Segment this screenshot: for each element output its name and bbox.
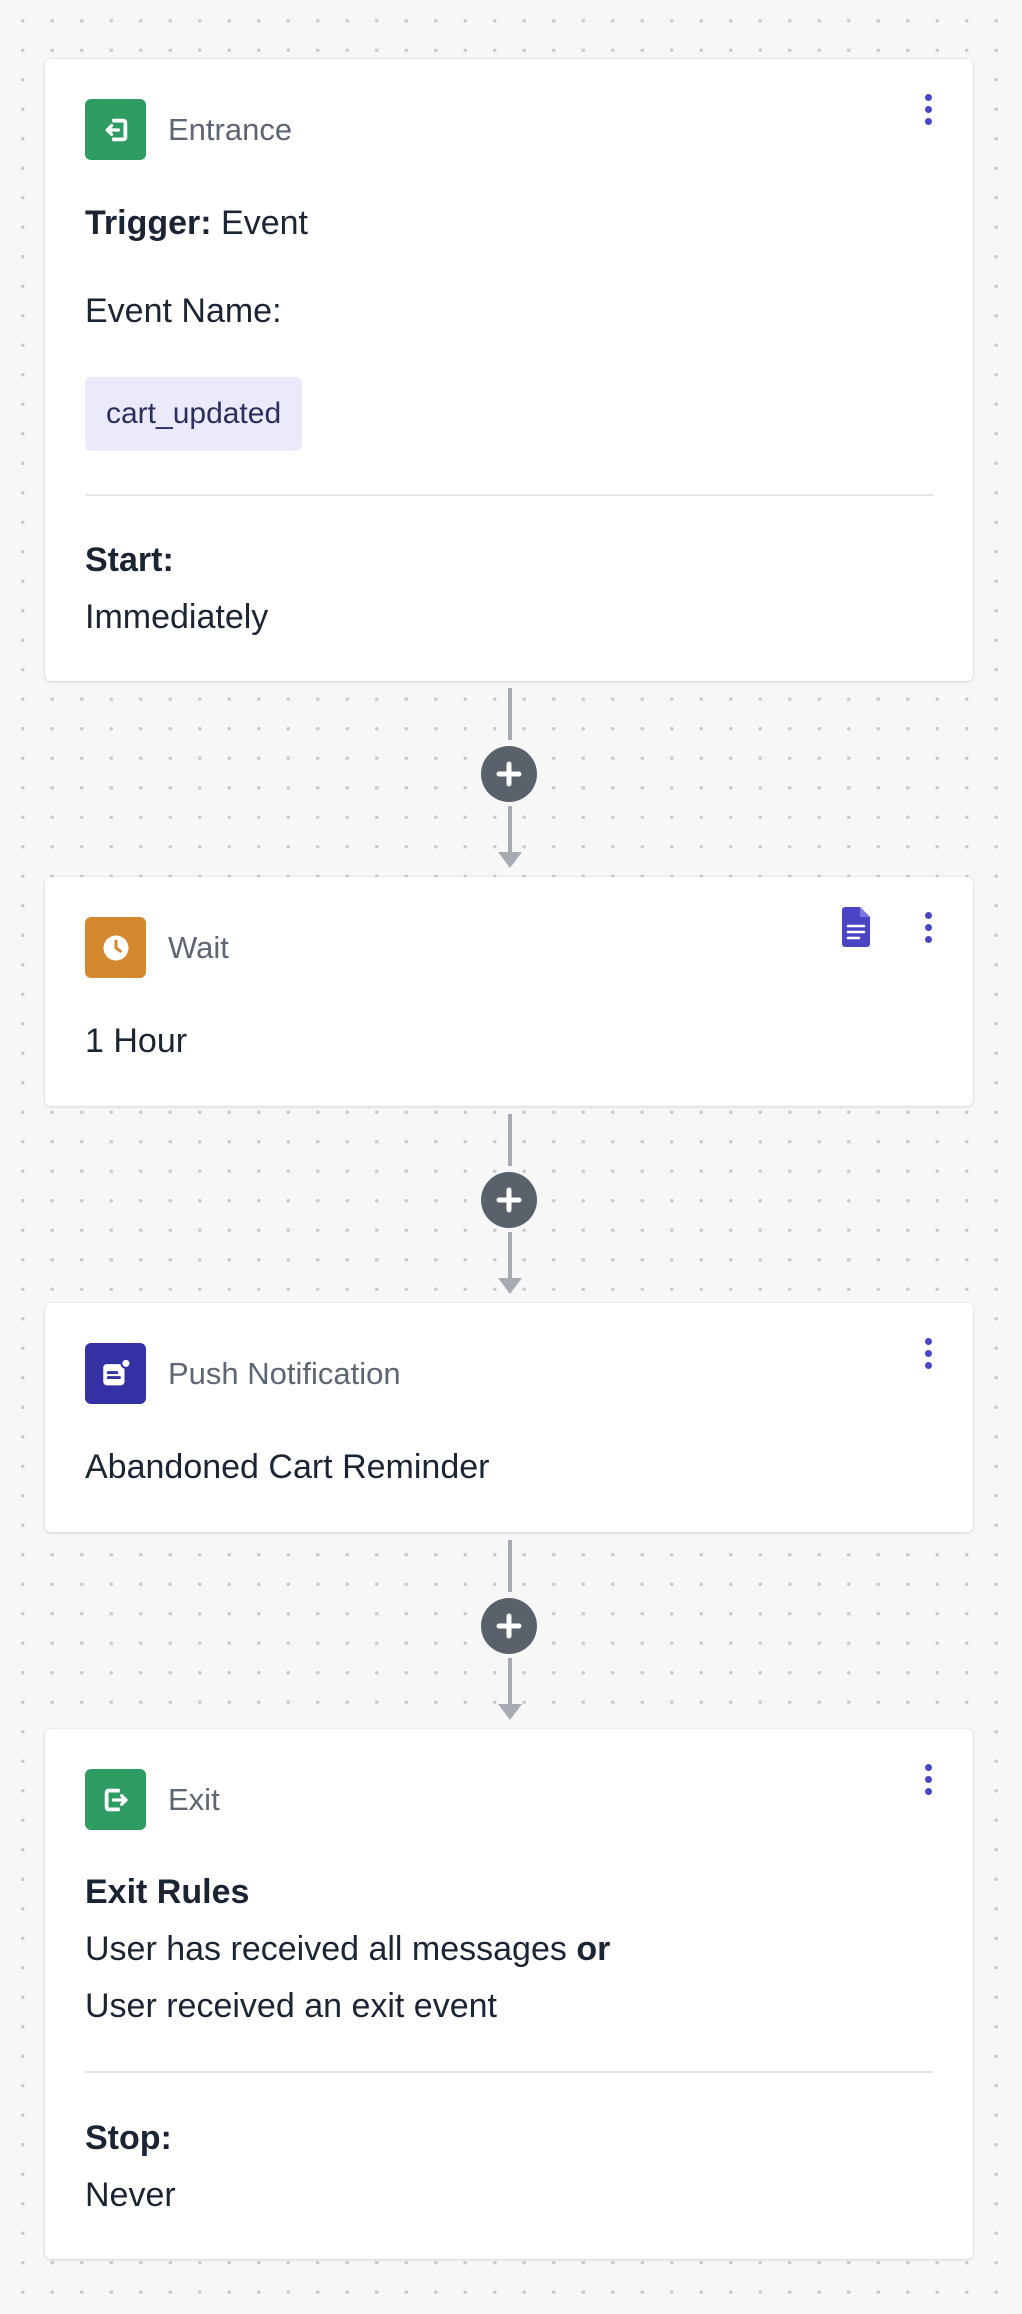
- exit-rules-label: Exit Rules: [85, 1873, 250, 1911]
- event-name-label: Event Name:: [85, 292, 282, 330]
- exit-icon: [85, 1769, 146, 1830]
- start-label: Start:: [85, 541, 174, 579]
- trigger-label: Trigger:: [85, 204, 212, 242]
- exit-rule-1: User has received all messages or: [85, 1930, 610, 1969]
- wait-card[interactable]: Wait 1 Hour: [45, 877, 973, 1106]
- entrance-type-label: Entrance: [168, 111, 293, 147]
- entrance-icon: [85, 99, 146, 160]
- entrance-more-menu-icon[interactable]: [913, 89, 943, 129]
- entrance-header: Entrance: [85, 99, 292, 160]
- exit-rule-joiner: or: [576, 1930, 611, 1968]
- wait-type-label: Wait: [168, 929, 229, 965]
- divider: [85, 494, 933, 496]
- exit-card[interactable]: Exit Exit Rules User has received all me…: [45, 1729, 973, 2259]
- add-step-button[interactable]: [481, 1598, 537, 1654]
- stop-value: Never: [85, 2176, 176, 2214]
- add-step-button[interactable]: [481, 1172, 537, 1228]
- wait-duration: 1 Hour: [85, 1022, 188, 1060]
- divider: [85, 2071, 933, 2073]
- push-more-menu-icon[interactable]: [913, 1333, 943, 1373]
- wait-more-menu-icon[interactable]: [913, 907, 943, 947]
- exit-rule-1-text: User has received all messages: [85, 1930, 577, 1968]
- stop-label: Stop:: [85, 2119, 172, 2157]
- add-step-button[interactable]: [481, 746, 537, 802]
- push-header: Push Notification: [85, 1343, 401, 1404]
- trigger-value: Event: [211, 204, 308, 242]
- exit-header: Exit: [85, 1769, 220, 1830]
- arrow-down-icon: [498, 1704, 522, 1720]
- clock-icon: [85, 917, 146, 978]
- push-notification-card[interactable]: Push Notification Abandoned Cart Reminde…: [45, 1303, 973, 1532]
- document-icon[interactable]: [839, 907, 873, 952]
- exit-rule-2: User received an exit event: [85, 1987, 497, 2025]
- connector: [480, 688, 540, 872]
- connector: [480, 1540, 540, 1724]
- push-message-name: Abandoned Cart Reminder: [85, 1448, 490, 1486]
- plus-icon: [496, 1613, 522, 1639]
- push-type-label: Push Notification: [168, 1355, 401, 1391]
- arrow-down-icon: [498, 1278, 522, 1294]
- exit-more-menu-icon[interactable]: [913, 1759, 943, 1799]
- trigger-row: Trigger: Event: [85, 204, 308, 243]
- plus-icon: [496, 1187, 522, 1213]
- wait-header: Wait: [85, 917, 229, 978]
- connector: [480, 1114, 540, 1298]
- start-value: Immediately: [85, 598, 269, 636]
- arrow-down-icon: [498, 852, 522, 868]
- plus-icon: [496, 761, 522, 787]
- entrance-card[interactable]: Entrance Trigger: Event Event Name: cart…: [45, 59, 973, 681]
- push-notification-icon: [85, 1343, 146, 1404]
- event-name-chip: cart_updated: [85, 377, 303, 451]
- exit-type-label: Exit: [168, 1781, 220, 1817]
